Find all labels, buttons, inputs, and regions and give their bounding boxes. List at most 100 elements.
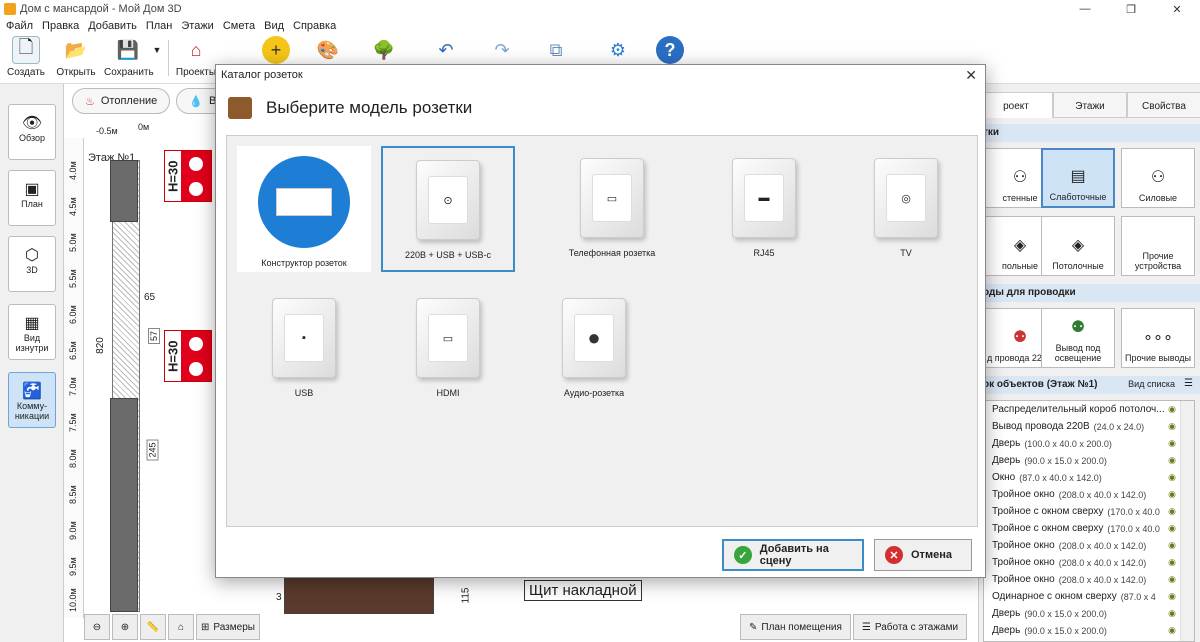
visibility-icon[interactable]: ◉ <box>1168 404 1176 415</box>
tab-project[interactable]: роект <box>979 92 1053 118</box>
visibility-icon[interactable]: ◉ <box>1168 591 1176 602</box>
list-item[interactable]: Дверь (90.0 x 15.0 x 200.0) ◉ <box>984 605 1194 622</box>
visibility-icon[interactable]: ◉ <box>1168 472 1176 483</box>
interior-icon: ▦ <box>24 315 40 332</box>
socket-marker[interactable]: H=30 <box>164 150 212 202</box>
ruler-button[interactable]: 📏 <box>140 614 166 640</box>
settings-button[interactable]: ⚙ <box>594 36 642 64</box>
zoom-out-button[interactable]: ⊖ <box>84 614 110 640</box>
list-item[interactable]: Тройное с окном сверху (170.0 x 40.0 ◉ <box>984 520 1194 537</box>
card-socket-constructor[interactable]: Конструктор розеток <box>237 146 371 272</box>
visibility-icon[interactable]: ◉ <box>1168 455 1176 466</box>
visibility-icon[interactable]: ◉ <box>1168 489 1176 500</box>
home-button[interactable]: ⌂ <box>168 614 194 640</box>
hdmi-socket-icon: ▭ <box>416 298 480 378</box>
menu-floors[interactable]: Этажи <box>181 20 213 32</box>
list-item[interactable]: Вывод провода 220В (24.0 x 24.0) ◉ <box>984 418 1194 435</box>
tab-properties[interactable]: Свойства <box>1127 92 1200 118</box>
tab-floors[interactable]: Этажи <box>1053 92 1127 118</box>
menu-help[interactable]: Справка <box>293 20 336 32</box>
tile-other-devices[interactable]: Прочие устройства <box>1121 216 1195 276</box>
visibility-icon[interactable]: ◉ <box>1168 523 1176 534</box>
visibility-icon[interactable]: ◉ <box>1168 625 1176 636</box>
dimension-label: 115 <box>460 587 472 604</box>
add-to-scene-button[interactable]: ✓ Добавить на сцену <box>722 539 864 571</box>
card-usb[interactable]: ▪ USB <box>237 286 371 412</box>
tile-light-output[interactable]: ⚉ Вывод под освещение <box>1041 308 1115 368</box>
card-hdmi[interactable]: ▭ HDMI <box>381 286 515 412</box>
menu-view[interactable]: Вид <box>264 20 284 32</box>
menu-estimate[interactable]: Смета <box>223 20 255 32</box>
zoom-in-button[interactable]: ⊕ <box>112 614 138 640</box>
tile-ceiling[interactable]: ◈ Потолочные <box>1041 216 1115 276</box>
list-scrollbar[interactable] <box>1180 401 1194 641</box>
phone-socket-icon: ▭ <box>580 158 644 238</box>
visibility-icon[interactable]: ◉ <box>1168 438 1176 449</box>
redo-button[interactable]: ↷ <box>478 36 526 64</box>
projects-button[interactable]: ⌂ Проекты <box>172 36 220 79</box>
list-item[interactable]: Тройное окно (208.0 x 40.0 x 142.0) ◉ <box>984 571 1194 588</box>
list-icon[interactable]: ☰ <box>1184 378 1193 389</box>
visibility-icon[interactable]: ◉ <box>1168 540 1176 551</box>
materials-button[interactable]: 🎨 <box>304 36 352 64</box>
list-item[interactable]: Тройное окно (208.0 x 40.0 x 142.0) ◉ <box>984 554 1194 571</box>
card-audio[interactable]: ● Аудио-розетка <box>527 286 661 412</box>
card-socket-220-usb[interactable]: ⊙ 220В + USB + USB-c <box>381 146 515 272</box>
menu-edit[interactable]: Правка <box>42 20 79 32</box>
visibility-icon[interactable]: ◉ <box>1168 608 1176 619</box>
view-overview-button[interactable]: 👁 Обзор <box>8 104 56 160</box>
view-inside-button[interactable]: ▦ Вид изнутри <box>8 304 56 360</box>
dialog-close-button[interactable]: ✕ <box>965 67 977 84</box>
landscape-button[interactable]: 🌳 <box>360 36 408 64</box>
view-3d-button[interactable]: ⬡ 3D <box>8 236 56 292</box>
list-item[interactable]: Тройное с окном сверху (170.0 x 40.0 ◉ <box>984 503 1194 520</box>
menu-plan[interactable]: План <box>146 20 173 32</box>
cancel-button[interactable]: ✕ Отмена <box>874 539 972 571</box>
menu-add[interactable]: Добавить <box>88 20 137 32</box>
view-plan-button[interactable]: ▣ План <box>8 170 56 226</box>
close-window-button[interactable]: ✕ <box>1154 0 1200 18</box>
tile-power[interactable]: ⚇ Силовые <box>1121 148 1195 208</box>
add-object-button[interactable]: + <box>252 36 300 64</box>
copy-button[interactable]: ⧉ <box>532 36 580 64</box>
heating-tab[interactable]: ♨ Отопление <box>72 88 171 114</box>
minimize-button[interactable]: — <box>1062 0 1108 18</box>
tile-other-outputs[interactable]: ∘∘∘ Прочие выводы <box>1121 308 1195 368</box>
open-button[interactable]: 📂 Открыть <box>52 36 100 79</box>
card-rj45[interactable]: ▬ RJ45 <box>697 146 831 272</box>
view-communications-button[interactable]: 🚰 Комму-никации <box>8 372 56 428</box>
list-item[interactable]: Дверь (90.0 x 15.0 x 200.0) ◉ <box>984 622 1194 639</box>
palette-icon: 🎨 <box>316 39 340 60</box>
visibility-icon[interactable]: ◉ <box>1168 574 1176 585</box>
tv-socket-icon: ◎ <box>874 158 938 238</box>
list-item[interactable]: Дверь (100.0 x 40.0 x 200.0) ◉ <box>984 435 1194 452</box>
floors-work-button[interactable]: ☰ Работа с этажами <box>852 614 968 640</box>
tile-low-current[interactable]: ▤ Слаботочные <box>1041 148 1115 208</box>
save-dropdown[interactable]: ▼ <box>150 36 164 64</box>
card-tv[interactable]: ◎ TV <box>839 146 973 272</box>
sizes-button[interactable]: ⊞ Размеры <box>196 614 260 640</box>
card-phone-socket[interactable]: ▭ Телефонная розетка <box>545 146 679 272</box>
socket-marker[interactable]: H=30 <box>164 330 212 382</box>
room-plan-button[interactable]: ✎ План помещения <box>740 614 851 640</box>
maximize-button[interactable]: ❐ <box>1108 0 1154 18</box>
help-button[interactable]: ? <box>646 36 694 64</box>
visibility-icon[interactable]: ◉ <box>1168 557 1176 568</box>
list-item[interactable]: Тройное окно (208.0 x 40.0 x 142.0) ◉ <box>984 486 1194 503</box>
menu-file[interactable]: Файл <box>6 20 33 32</box>
save-button[interactable]: 💾 Сохранить <box>104 36 154 79</box>
list-item[interactable]: Распределительный короб потолоч... ◉ <box>984 401 1194 418</box>
view-list-toggle[interactable]: Вид списка <box>1128 379 1175 389</box>
list-item[interactable]: Дверь (90.0 x 15.0 x 200.0) ◉ <box>984 452 1194 469</box>
audio-socket-icon: ● <box>562 298 626 378</box>
plan-bottom-right: ✎ План помещения ☰ Работа с этажами <box>740 614 968 642</box>
gear-icon: ⚙ <box>609 39 627 60</box>
list-item[interactable]: Окно (87.0 x 40.0 x 142.0) ◉ <box>984 469 1194 486</box>
create-button[interactable]: 🗋 Создать <box>2 36 50 78</box>
list-item[interactable]: Тройное окно (208.0 x 40.0 x 142.0) ◉ <box>984 537 1194 554</box>
list-item[interactable]: Одинарное с окном сверху (87.0 x 4 ◉ <box>984 588 1194 605</box>
visibility-icon[interactable]: ◉ <box>1168 421 1176 432</box>
undo-button[interactable]: ↶ <box>422 36 470 64</box>
radiator-icon: ♨ <box>85 95 95 108</box>
visibility-icon[interactable]: ◉ <box>1168 506 1176 517</box>
